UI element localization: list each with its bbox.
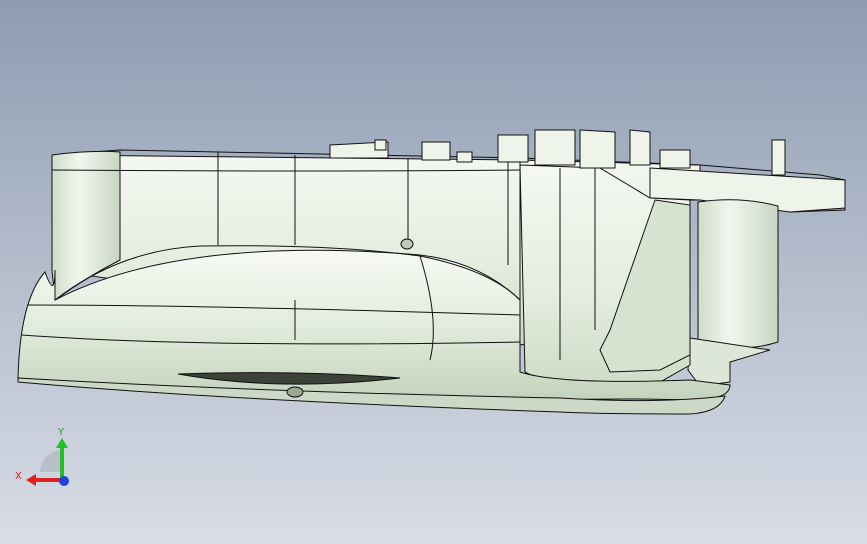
x-axis-label: X bbox=[15, 471, 22, 482]
y-axis-label: Y bbox=[57, 427, 65, 438]
triad-plane-sector bbox=[40, 450, 62, 472]
3d-viewport[interactable]: Y X bbox=[0, 0, 867, 544]
y-axis-arrowhead bbox=[56, 438, 68, 448]
coordinate-triad: Y X bbox=[15, 427, 69, 486]
z-axis-dot bbox=[59, 476, 69, 486]
x-axis-arrowhead bbox=[26, 474, 36, 486]
